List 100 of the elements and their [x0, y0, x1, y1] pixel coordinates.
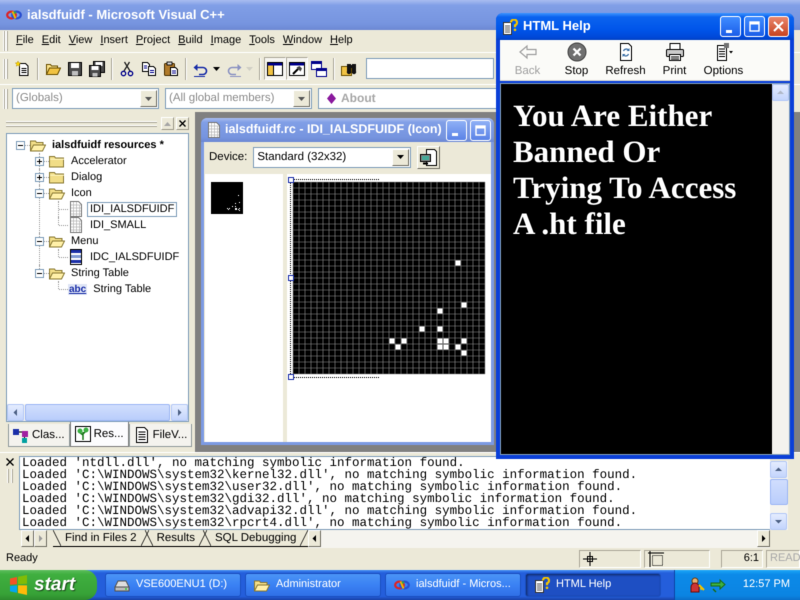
left-arrow-icon [24, 535, 31, 542]
grid-document-icon [68, 217, 84, 233]
tree-item[interactable]: ialsdfuidf resources * [49, 138, 167, 152]
grip-handle[interactable] [3, 88, 8, 108]
crosshair-icon [583, 552, 597, 566]
maximize-button[interactable] [744, 16, 765, 37]
view-tab[interactable]: FileV... [128, 424, 192, 447]
taskbar-button[interactable]: VSE600ENU1 (D:) [105, 573, 241, 597]
pulldown-title[interactable]: Window [278, 32, 326, 50]
scroll-up-button[interactable] [770, 461, 787, 478]
window-title: HTML Help [523, 18, 592, 35]
pulldown-title[interactable]: Project [132, 32, 174, 50]
maximize-icon [749, 21, 760, 32]
window-hammer-icon [289, 60, 305, 76]
output-tab[interactable]: SQL Debugging [202, 530, 308, 547]
mode-indicator: READ [766, 550, 800, 568]
grid-document-icon [68, 201, 84, 217]
grid-document-icon [206, 122, 222, 138]
device-image-button[interactable] [417, 146, 440, 168]
output-button[interactable] [286, 57, 308, 80]
resize-handle[interactable] [288, 374, 294, 380]
key-figure-icon[interactable] [688, 577, 705, 593]
taskbar-button[interactable]: Administrator [245, 573, 381, 597]
close-pane-button[interactable] [176, 117, 189, 130]
close-icon [773, 21, 784, 32]
output-line: Loaded 'C:\WINDOWS\system32\rpcrt4.dll', no matching symbolic information found. [22, 517, 624, 529]
minus-box-icon[interactable] [35, 268, 44, 278]
new-text-file-icon [15, 60, 31, 76]
scrollbar-thumb[interactable] [770, 479, 788, 505]
minus-box-icon[interactable] [35, 188, 44, 198]
scrollbar-thumb[interactable] [25, 404, 170, 421]
close-icon[interactable] [6, 458, 14, 466]
tree-item[interactable]: Accelerator [68, 154, 130, 168]
pulldown-title[interactable]: Build [174, 32, 207, 50]
output-line: Loaded 'C:\WINDOWS\system32\user32.dll', no matching symbolic information found. [22, 481, 624, 493]
minimize-button[interactable] [720, 16, 741, 37]
device-combo-box[interactable]: Standard (32x32) [253, 146, 412, 168]
tree-item[interactable]: String Table [90, 282, 154, 296]
close-button[interactable] [768, 16, 789, 37]
search-combo-box[interactable] [366, 58, 494, 79]
diamond-icon [327, 93, 336, 104]
tree-item[interactable]: IDC_IALSDFUIDF [87, 250, 182, 264]
pulldown-title[interactable]: View [64, 32, 96, 50]
left-arrow-icon [12, 409, 19, 416]
resize-handle[interactable] [288, 177, 294, 183]
minimize-icon [452, 133, 458, 136]
tree-item[interactable]: String Table [68, 266, 132, 280]
document-icon [134, 427, 150, 443]
plus-box-icon[interactable] [35, 172, 44, 182]
colored-squares-icon [13, 427, 29, 443]
clipboard-icon [163, 60, 179, 76]
right-arrow-icon [176, 409, 183, 416]
pulldown-title[interactable]: Image [206, 32, 246, 50]
up-arrow-icon [777, 89, 784, 96]
tree-item[interactable]: Menu [68, 234, 102, 248]
up-triangle-icon [164, 122, 171, 126]
view-tab[interactable]: Clas... [8, 424, 70, 447]
pulldown-title[interactable]: Help [326, 32, 357, 50]
view-tab[interactable]: Res... [70, 422, 129, 447]
workspace-button[interactable] [264, 57, 286, 80]
tree-item[interactable]: Icon [68, 186, 95, 200]
taskbar-button[interactable]: HTML Help [525, 573, 661, 597]
minus-box-icon[interactable] [35, 236, 44, 246]
resize-handle[interactable] [288, 275, 294, 281]
options-button[interactable]: Options [699, 41, 748, 79]
caret-icon [298, 96, 305, 100]
taskbar-button[interactable]: ialsdfuidf - Micros... [385, 573, 521, 597]
folder-icon [49, 169, 65, 185]
clock: 12:57 PM [742, 578, 790, 592]
grip-handle[interactable] [6, 469, 12, 483]
plus-box-icon[interactable] [35, 156, 44, 166]
output-line: Loaded 'ntdll.dll', no matching symbolic information found. [22, 457, 465, 469]
help-document-icon [502, 18, 518, 34]
stop-button[interactable]: Stop [552, 41, 601, 79]
refresh-button[interactable]: Refresh [601, 41, 650, 79]
scroll-down-button[interactable] [770, 513, 787, 530]
pulldown-title[interactable]: Insert [96, 32, 132, 50]
output-line: Loaded 'C:\WINDOWS\system32\gdi32.dll', no matching symbolic information found. [22, 493, 615, 505]
minimize-button[interactable] [446, 120, 467, 140]
grip-handle[interactable] [3, 31, 8, 51]
dropdown-button[interactable] [392, 148, 410, 166]
pulldown-title[interactable]: Tools [245, 32, 279, 50]
output-line: Loaded 'C:\WINDOWS\system32\kernel32.dll', no matching symbolic information found. [22, 469, 638, 481]
pulldown-title[interactable]: File [12, 32, 38, 50]
window-pane-icon [267, 60, 283, 76]
tree-item[interactable]: Dialog [68, 170, 106, 184]
output-line: Loaded 'C:\WINDOWS\system32\advapi32.dll', no matching symbolic information found. [22, 505, 638, 517]
grip-handle[interactable] [3, 58, 8, 78]
pulldown-title[interactable]: Edit [38, 32, 65, 50]
minimize-icon [726, 30, 732, 32]
print-button[interactable]: Print [650, 41, 699, 79]
tree-item[interactable]: IDI_IALSDFUIDF [87, 202, 178, 216]
pixel-grid-drawing[interactable] [292, 182, 486, 374]
maximize-button[interactable] [470, 120, 491, 140]
folder-icon [49, 153, 65, 169]
left-arrow-icon [311, 535, 318, 542]
floppy-disks-icon [89, 60, 105, 76]
minus-box-icon[interactable] [16, 140, 25, 150]
tree-item[interactable]: IDI_SMALL [87, 218, 150, 232]
maximize-icon [475, 124, 486, 136]
